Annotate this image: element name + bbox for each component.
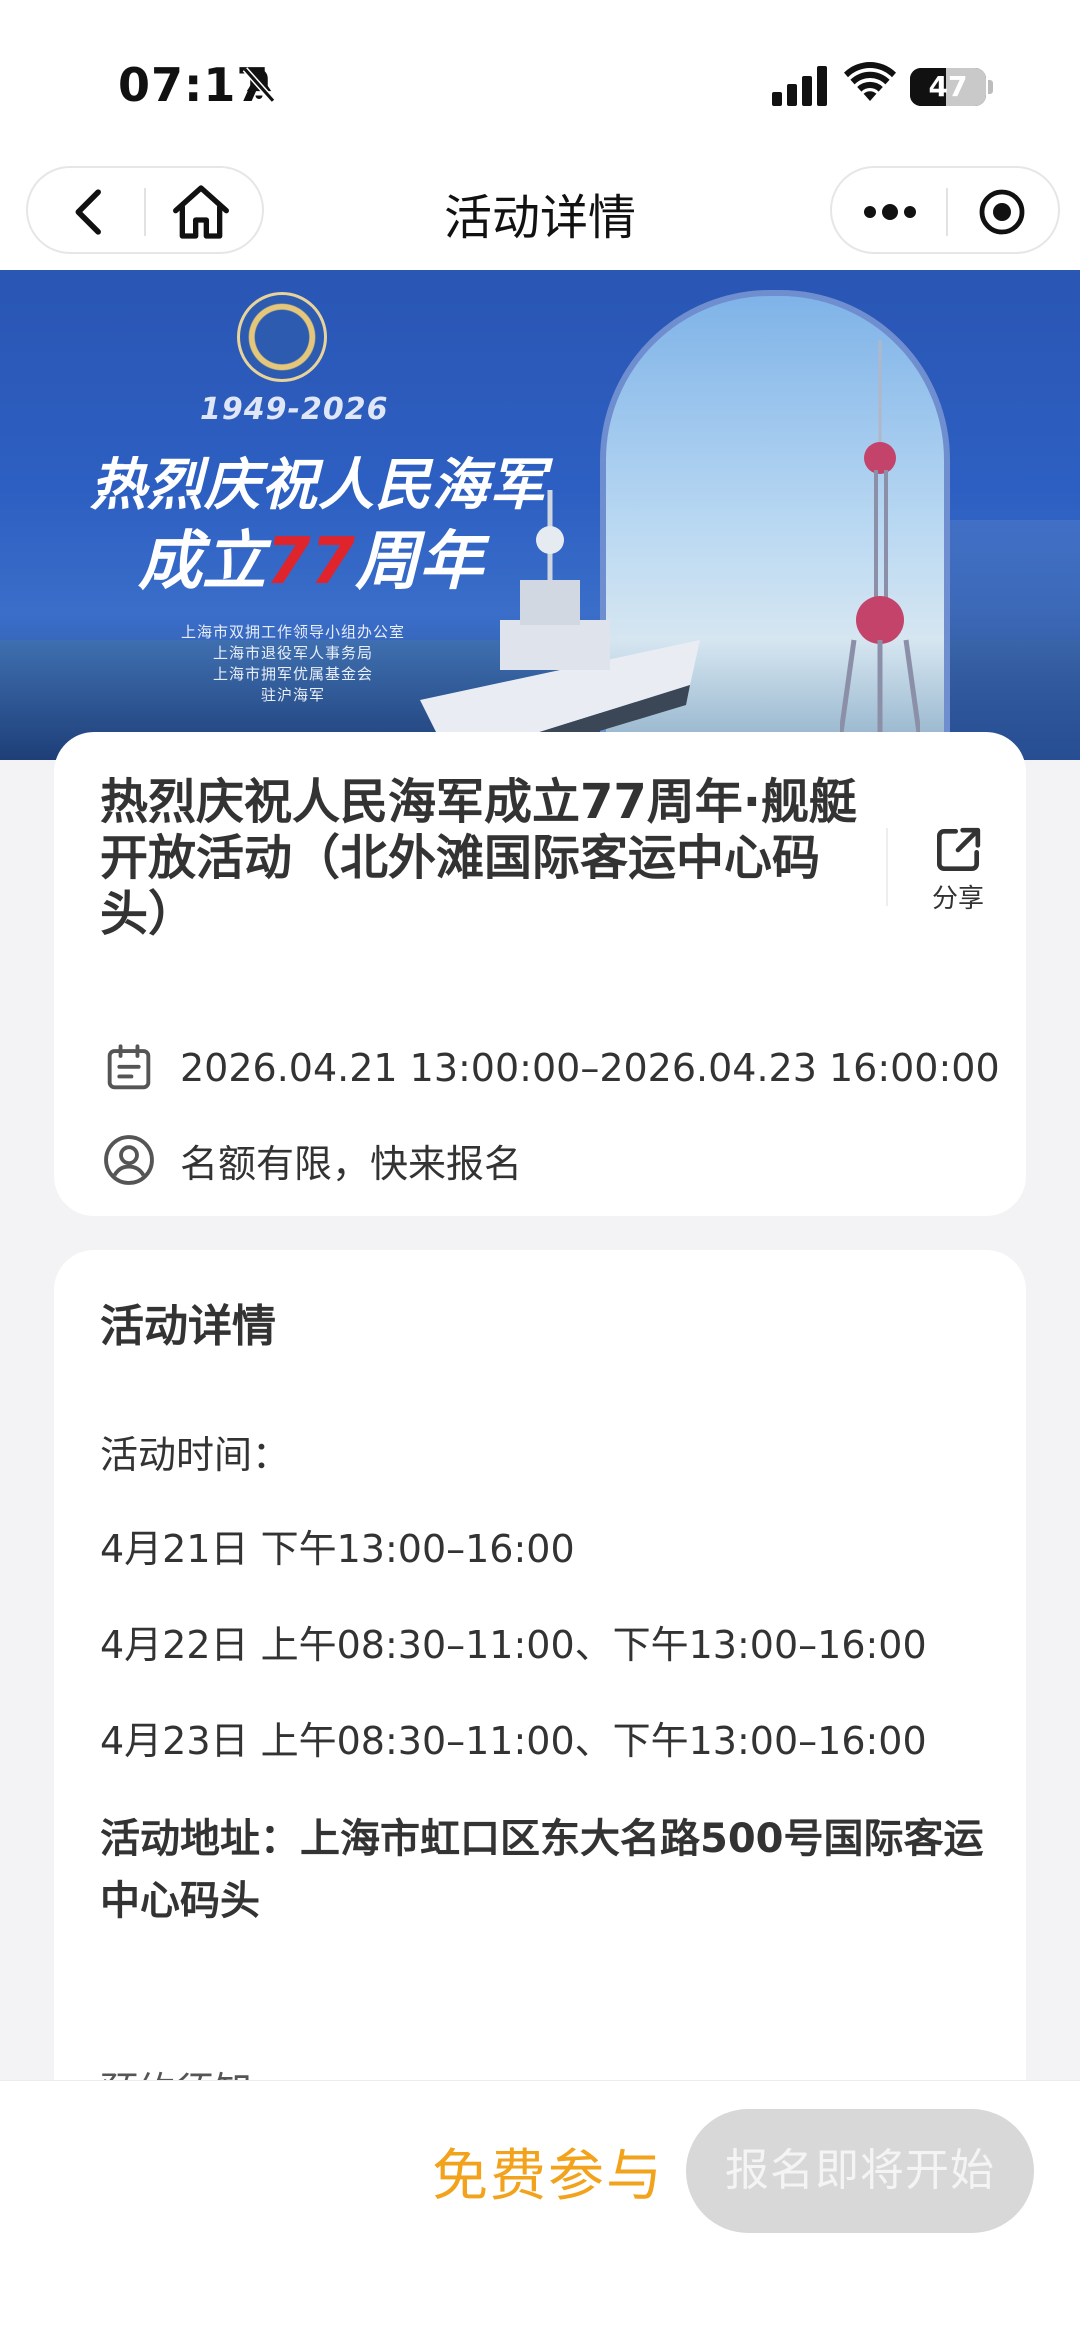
- details-heading: 活动详情: [100, 1301, 276, 1352]
- more-icon[interactable]: [862, 188, 918, 236]
- banner-title-line2: 成立77周年: [138, 510, 483, 602]
- schedule-item: 4月21日 下午13:00–16:00: [100, 1527, 575, 1571]
- event-date-row: 2026.04.21 13:00:00–2026.04.23 16:00:00: [100, 1038, 1000, 1098]
- bell-slash-icon: [242, 67, 276, 103]
- share-button[interactable]: 分享: [916, 822, 1000, 914]
- banner-organizers: 上海市双拥工作领导小组办公室 上海市退役军人事务局 上海市拥军优属基金会 驻沪海…: [168, 622, 418, 706]
- banner-title-suffix: 周年: [355, 525, 484, 599]
- signal-icon: [772, 66, 827, 106]
- calendar-icon: [107, 1044, 151, 1090]
- wifi-icon: [844, 62, 896, 101]
- share-icon: [937, 827, 981, 871]
- event-quota-row: 名额有限，快来报名: [100, 1130, 522, 1190]
- close-mini-program-icon[interactable]: [978, 188, 1026, 236]
- event-date-range: 2026.04.21 13:00:00–2026.04.23 16:00:00: [180, 1046, 1000, 1090]
- battery-level-text: 47: [928, 70, 968, 103]
- banner-organizer: 上海市退役军人事务局: [212, 644, 373, 662]
- event-quota-text: 名额有限，快来报名: [180, 1141, 523, 1186]
- share-label: 分享: [931, 884, 984, 914]
- banner-organizer: 上海市双拥工作领导小组办公室: [180, 623, 405, 641]
- battery-icon: 47: [910, 68, 986, 106]
- pearl-tower-illustration: [840, 340, 920, 740]
- banner-city-skyline: [940, 520, 1080, 760]
- status-bar: 07:17 47: [0, 0, 1080, 160]
- nav-capsule-right: [830, 166, 1060, 254]
- banner-organizer: 驻沪海军: [260, 686, 325, 704]
- banner-years: 1949-2026: [200, 392, 389, 427]
- price-label: 免费参与: [432, 2144, 664, 2209]
- nav-bar: 活动详情: [0, 160, 1080, 270]
- event-info-card: 热烈庆祝人民海军成立77周年·舰艇开放活动（北外滩国际客运中心码头） 分享 20…: [54, 732, 1026, 1216]
- banner-anniversary-number: 77: [266, 525, 356, 599]
- user-icon: [104, 1135, 154, 1185]
- navy-emblem-icon: [237, 292, 327, 382]
- banner-organizer: 上海市拥军优属基金会: [212, 665, 373, 683]
- battery-cap: [988, 80, 993, 94]
- event-address: 活动地址：上海市虹口区东大名路500号国际客运中心码头: [100, 1816, 984, 1924]
- bottom-action-bar: 免费参与 报名即将开始: [0, 2080, 1080, 2348]
- signup-button[interactable]: 报名即将开始: [686, 2109, 1034, 2233]
- share-divider: [886, 828, 888, 906]
- banner-title-prefix: 成立: [138, 525, 266, 599]
- banner-title-line1: 热烈庆祝人民海军: [90, 453, 546, 518]
- schedule-item: 4月23日 上午08:30–11:00、下午13:00–16:00: [100, 1719, 927, 1763]
- schedule-label: 活动时间：: [100, 1433, 291, 1477]
- event-title: 热烈庆祝人民海军成立77周年·舰艇开放活动（北外滩国际客运中心码头）: [100, 774, 858, 942]
- capsule-divider: [946, 188, 948, 236]
- event-details-card: 活动详情 活动时间： 4月21日 下午13:00–16:00 4月22日 上午0…: [54, 1250, 1026, 2150]
- event-banner: 1949-2026 热烈庆祝人民海军 成立77周年 上海市双拥工作领导小组办公室…: [0, 270, 1080, 760]
- schedule-item: 4月22日 上午08:30–11:00、下午13:00–16:00: [100, 1623, 927, 1667]
